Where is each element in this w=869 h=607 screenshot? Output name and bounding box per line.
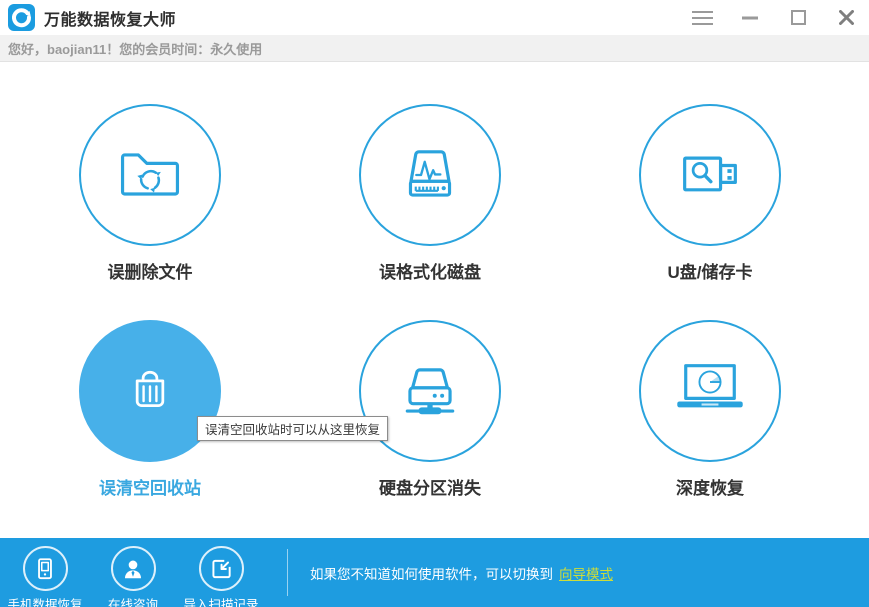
mode-circle[interactable] xyxy=(359,104,501,246)
mode-circle[interactable] xyxy=(639,320,781,462)
mode-usb-storage[interactable]: U盘/储存卡 xyxy=(570,104,850,283)
mode-formatted-disk[interactable]: 误格式化磁盘 xyxy=(290,104,570,283)
close-icon[interactable] xyxy=(835,7,857,29)
app-logo-icon xyxy=(8,4,35,31)
window-controls xyxy=(691,7,857,29)
footer-item-label: 在线咨询 xyxy=(107,598,158,607)
title-bar: 万能数据恢复大师 xyxy=(0,0,869,35)
footer-item-label: 手机数据恢复 xyxy=(7,598,83,607)
disk-partition-icon xyxy=(405,368,455,415)
footer-item-import-scan[interactable]: 导入扫描记录 xyxy=(176,546,266,607)
online-support-icon xyxy=(110,546,156,591)
footer-item-phone-recovery[interactable]: 手机数据恢复 xyxy=(0,546,90,607)
menu-icon[interactable] xyxy=(691,7,713,29)
recycle-bin-tooltip: 误清空回收站时可以从这里恢复 xyxy=(197,416,389,441)
mode-circle[interactable] xyxy=(639,104,781,246)
import-scan-icon xyxy=(198,546,244,591)
mode-label: U盘/储存卡 xyxy=(667,263,753,282)
footer-divider xyxy=(287,549,288,596)
mode-emptied-recycle-bin[interactable]: 误清空回收站 xyxy=(10,320,290,499)
mode-lost-partition[interactable]: 硬盘分区消失 xyxy=(290,320,570,499)
footer-item-label: 导入扫描记录 xyxy=(183,598,259,607)
deep-recovery-icon xyxy=(677,364,743,408)
trash-icon xyxy=(135,370,165,408)
folder-recycle-icon xyxy=(120,153,180,196)
welcome-text: 您好，baojian11！您的会员时间：永久使用 xyxy=(8,41,263,57)
wizard-hint-text: 如果您不知道如何使用软件，可以切换到 xyxy=(310,566,553,582)
mode-deleted-files[interactable]: 误删除文件 xyxy=(10,104,290,283)
wizard-mode-link[interactable]: 向导模式 xyxy=(559,563,613,583)
mode-deep-recovery[interactable]: 深度恢复 xyxy=(570,320,850,499)
wizard-hint: 如果您不知道如何使用软件，可以切换到 向导模式 xyxy=(310,538,613,607)
phone-icon xyxy=(22,546,68,591)
maximize-icon[interactable] xyxy=(787,7,809,29)
footer-item-online-support[interactable]: 在线咨询 xyxy=(88,546,178,607)
mode-label: 深度恢复 xyxy=(676,479,744,498)
recovery-mode-grid: 误删除文件 误格式化磁盘 U盘/储存卡 误清空回收站 硬盘分区消失 深度恢复 误… xyxy=(0,62,869,538)
mode-label: 误格式化磁盘 xyxy=(379,263,481,282)
member-status-bar: 您好，baojian11！您的会员时间：永久使用 xyxy=(0,35,869,62)
mode-circle[interactable] xyxy=(79,104,221,246)
format-disk-icon xyxy=(408,150,452,197)
app-title: 万能数据恢复大师 xyxy=(44,11,177,29)
mode-label: 误删除文件 xyxy=(107,263,193,282)
footer-bar: 手机数据恢复 在线咨询 导入扫描记录 如果您不知道如何使用软件，可以切换到 向导… xyxy=(0,538,869,607)
minimize-icon[interactable] xyxy=(739,7,761,29)
usb-drive-icon xyxy=(683,156,737,192)
mode-label: 硬盘分区消失 xyxy=(379,479,481,498)
mode-label: 误清空回收站 xyxy=(99,479,201,498)
